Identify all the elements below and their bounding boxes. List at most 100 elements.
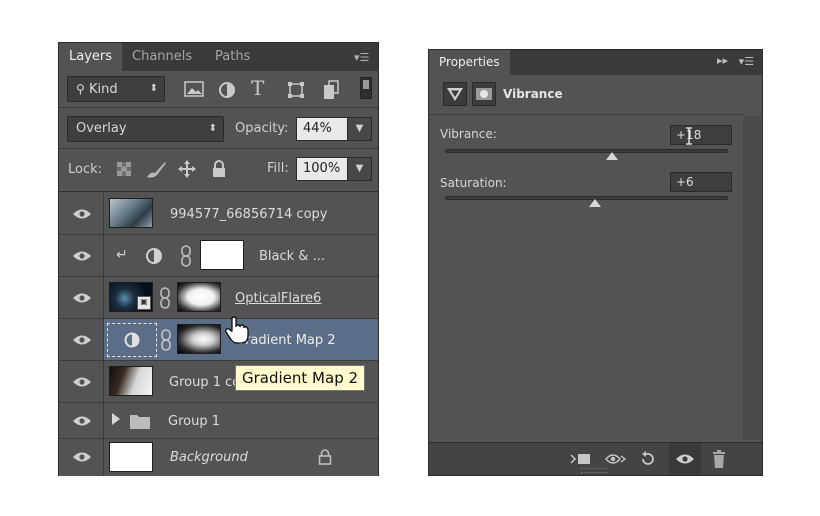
separator bbox=[429, 114, 743, 115]
blend-mode-value: Overlay bbox=[76, 121, 127, 136]
folder-icon bbox=[130, 415, 150, 429]
tab-layers[interactable]: Layers bbox=[59, 43, 123, 71]
visibility-toggle-button[interactable] bbox=[669, 443, 701, 475]
lock-all-icon[interactable] bbox=[211, 159, 227, 179]
trash-icon[interactable] bbox=[711, 449, 727, 469]
layers-tab-bar: Layers Channels Paths ▾☰ bbox=[59, 43, 378, 71]
layer-thumbnail: ▣ bbox=[109, 282, 153, 312]
link-chain-icon[interactable] bbox=[180, 245, 192, 267]
collapse-double-arrow-icon[interactable]: ▸▸ bbox=[717, 54, 728, 67]
layer-row-background[interactable]: Background bbox=[59, 439, 378, 476]
layer-name[interactable]: Gradient Map 2 bbox=[235, 333, 336, 348]
layer-tooltip: Gradient Map 2 bbox=[235, 365, 366, 391]
adjustment-layer-icon bbox=[124, 332, 140, 348]
image-filter-icon[interactable] bbox=[183, 80, 205, 98]
visibility-toggle[interactable] bbox=[59, 235, 104, 276]
layer-name[interactable]: 994577_66856714 copy bbox=[170, 207, 327, 222]
layer-name[interactable]: OpticalFlare6 bbox=[235, 291, 321, 306]
layer-thumbnail bbox=[109, 442, 153, 472]
eye-icon bbox=[73, 335, 91, 345]
saturation-slider-track[interactable] bbox=[445, 196, 728, 200]
fill-dropdown-button[interactable]: ▼ bbox=[347, 157, 372, 181]
hand-cursor-icon bbox=[225, 316, 249, 344]
vibrance-label: Vibrance: bbox=[440, 127, 497, 141]
panel-menu-icon[interactable]: ▾☰ bbox=[354, 51, 372, 64]
properties-panel: Properties ▸▸ ▾☰ Vibrance Vibrance: +18 … bbox=[428, 49, 763, 476]
layer-mask-thumbnail[interactable] bbox=[200, 240, 244, 270]
shape-filter-icon[interactable] bbox=[286, 80, 306, 100]
mask-icon[interactable] bbox=[472, 82, 496, 106]
eye-icon bbox=[73, 251, 91, 261]
saturation-input[interactable]: +6 bbox=[670, 172, 732, 192]
saturation-label: Saturation: bbox=[440, 176, 507, 190]
layer-row[interactable]: 994577_66856714 copy bbox=[59, 193, 378, 235]
adjustment-layer-icon bbox=[146, 248, 162, 264]
link-chain-icon[interactable] bbox=[159, 287, 171, 309]
lock-icon bbox=[318, 449, 332, 465]
layer-row-selected[interactable]: Gradient Map 2 bbox=[59, 316, 378, 361]
resize-grip[interactable] bbox=[581, 468, 607, 473]
lock-position-icon[interactable] bbox=[177, 159, 197, 179]
clipping-mask-arrow-icon: ↵ bbox=[116, 247, 128, 263]
vibrance-slider-knob[interactable] bbox=[605, 152, 618, 160]
tab-paths[interactable]: Paths bbox=[205, 43, 260, 71]
search-icon: ⚲ bbox=[76, 82, 85, 96]
layer-thumbnail bbox=[109, 366, 153, 396]
eye-icon bbox=[73, 452, 91, 462]
visibility-toggle[interactable] bbox=[59, 439, 104, 476]
properties-bottom-bar bbox=[429, 442, 762, 475]
layer-name[interactable]: Black & ... bbox=[259, 249, 325, 264]
lock-transparent-pixels-icon[interactable] bbox=[116, 161, 132, 177]
link-chain-icon[interactable] bbox=[160, 329, 172, 351]
opacity-label: Opacity: bbox=[235, 121, 289, 136]
layer-row[interactable]: ▣ OpticalFlare6 bbox=[59, 277, 378, 319]
reset-icon[interactable] bbox=[639, 450, 657, 468]
separator bbox=[59, 148, 378, 149]
smart-object-badge-icon: ▣ bbox=[137, 296, 151, 310]
visibility-toggle[interactable] bbox=[59, 403, 104, 438]
adjustment-thumbnail[interactable] bbox=[107, 323, 157, 357]
layer-thumbnail bbox=[109, 198, 153, 228]
clip-to-layer-icon[interactable] bbox=[569, 451, 591, 467]
vibrance-input[interactable]: +18 bbox=[670, 125, 732, 145]
lock-label: Lock: bbox=[68, 162, 103, 177]
adjustment-filter-icon[interactable] bbox=[217, 80, 237, 100]
eye-icon bbox=[73, 293, 91, 303]
visibility-toggle[interactable] bbox=[59, 277, 104, 318]
layers-panel: Layers Channels Paths ▾☰ ⚲ Kind ⬍ T Over… bbox=[58, 42, 379, 476]
layer-name[interactable]: Background bbox=[170, 450, 248, 465]
opacity-input[interactable]: 44% bbox=[296, 117, 348, 141]
filter-kind-dropdown[interactable]: ⚲ Kind ⬍ bbox=[67, 76, 165, 102]
layer-mask-thumbnail[interactable] bbox=[177, 324, 221, 354]
visibility-toggle[interactable] bbox=[59, 193, 104, 234]
panel-menu-icon[interactable]: ▾☰ bbox=[739, 55, 754, 68]
saturation-slider-knob[interactable] bbox=[588, 199, 601, 207]
layer-name[interactable]: Group 1 co bbox=[169, 375, 240, 390]
view-previous-state-icon[interactable] bbox=[605, 451, 627, 467]
layer-mask-thumbnail[interactable] bbox=[177, 282, 221, 312]
eye-icon bbox=[73, 416, 91, 426]
layer-group-row[interactable]: Group 1 bbox=[59, 403, 378, 439]
tab-properties[interactable]: Properties bbox=[429, 50, 510, 75]
expand-triangle-icon[interactable] bbox=[112, 413, 120, 425]
visibility-toggle[interactable] bbox=[59, 361, 104, 402]
fill-input[interactable]: 100% bbox=[296, 157, 348, 181]
adjustment-title: Vibrance bbox=[503, 87, 563, 101]
opacity-dropdown-button[interactable]: ▼ bbox=[347, 117, 372, 141]
layer-name[interactable]: Group 1 bbox=[168, 414, 220, 429]
filter-toggle-switch[interactable] bbox=[360, 77, 372, 99]
lock-image-pixels-icon[interactable] bbox=[145, 159, 167, 179]
separator bbox=[59, 191, 378, 192]
type-filter-icon[interactable]: T bbox=[251, 76, 264, 100]
smart-object-filter-icon[interactable] bbox=[321, 79, 341, 101]
eye-icon bbox=[73, 377, 91, 387]
updown-arrows-icon: ⬍ bbox=[149, 83, 158, 94]
tab-channels[interactable]: Channels bbox=[122, 43, 202, 71]
visibility-toggle[interactable] bbox=[59, 319, 104, 360]
layer-row[interactable]: ↵ Black & ... bbox=[59, 235, 378, 277]
eye-icon bbox=[73, 209, 91, 219]
properties-scrollbar[interactable] bbox=[743, 116, 761, 440]
vibrance-slider-track[interactable] bbox=[445, 149, 728, 153]
vibrance-adjustment-icon bbox=[443, 82, 467, 106]
blend-mode-dropdown[interactable]: Overlay ⬍ bbox=[67, 116, 224, 142]
